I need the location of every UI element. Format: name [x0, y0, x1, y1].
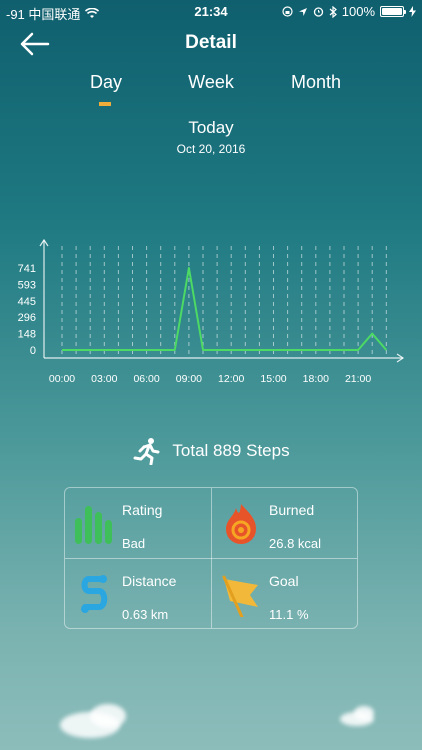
period-tabs: Day Week Month [0, 70, 422, 110]
battery-label: 100% [341, 4, 375, 19]
status-bar: -91 中国联通 21:34 100% [0, 0, 422, 22]
stats-grid: Rating Bad Burned 26.8 kcal Distance 0.6… [64, 487, 358, 629]
stat-rating: Rating Bad [65, 488, 211, 558]
location-icon [298, 7, 307, 16]
goal-label: Goal [269, 573, 299, 589]
y-tick-label: 741 [18, 263, 36, 275]
x-tick-label: 12:00 [218, 373, 244, 385]
total-steps: Total 889 Steps [0, 436, 422, 466]
cloud-left-2 [90, 704, 126, 728]
y-tick-label: 0 [30, 345, 36, 357]
charging-icon [409, 6, 416, 17]
goal-value: 11.1 % [269, 607, 309, 622]
x-tick-label: 15:00 [260, 373, 286, 385]
distance-label: Distance [122, 573, 177, 589]
date-title: Today [188, 118, 234, 137]
series-line [62, 267, 388, 351]
lock-rotation-icon [282, 6, 293, 17]
running-person-icon [133, 438, 160, 465]
y-tick-label: 593 [18, 279, 36, 291]
date-header: Today Oct 20, 2016 [0, 118, 422, 156]
tab-month[interactable]: Month [282, 72, 350, 93]
x-tick-label: 09:00 [176, 373, 202, 385]
flag-icon [222, 575, 258, 617]
y-tick-label: 445 [18, 296, 36, 308]
x-tick-label: 03:00 [91, 373, 117, 385]
stat-distance: Distance 0.63 km [65, 559, 211, 629]
bluetooth-icon [329, 5, 337, 18]
date-subtitle: Oct 20, 2016 [176, 142, 246, 156]
battery-icon [380, 6, 406, 17]
x-tick-label: 18:00 [303, 373, 329, 385]
y-tick-label: 148 [18, 329, 36, 341]
steps-line-chart: 0 148 296 445 593 741 00:00 03:00 06:00 09:00 12:0… [18, 238, 405, 385]
page-title: Detail [185, 32, 237, 53]
tab-day[interactable]: Day [80, 72, 132, 93]
stat-burned: Burned 26.8 kcal [212, 488, 358, 558]
y-tick-label: 296 [18, 312, 36, 324]
x-tick-label: 06:00 [133, 373, 159, 385]
x-tick-label: 00:00 [49, 373, 75, 385]
distance-value: 0.63 km [122, 607, 169, 622]
rating-label: Rating [122, 502, 163, 518]
tab-selected-indicator [99, 102, 111, 106]
tab-week[interactable]: Week [180, 72, 242, 93]
x-tick-label: 21:00 [345, 373, 371, 385]
alarm-icon [313, 7, 323, 17]
nav-bar: Detail [0, 22, 422, 66]
flame-icon [226, 504, 256, 544]
status-right: 100% [282, 4, 416, 19]
cloud-right-2 [354, 706, 374, 720]
stat-goal: Goal 11.1 % [212, 559, 358, 629]
total-steps-label: Total 889 Steps [172, 441, 290, 460]
burned-value: 26.8 kcal [269, 536, 322, 551]
rating-bars-icon [75, 506, 112, 544]
route-icon [81, 575, 108, 613]
burned-label: Burned [269, 502, 315, 518]
rating-value: Bad [122, 536, 146, 551]
